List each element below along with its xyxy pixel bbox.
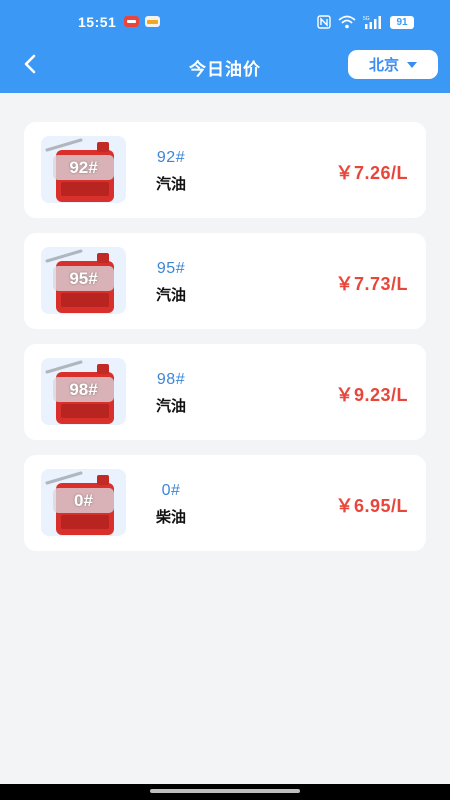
fuel-type: 汽油 (155, 398, 186, 415)
city-label: 北京 (368, 57, 399, 74)
caret-down-icon (407, 61, 417, 68)
nfc-icon (317, 15, 331, 29)
system-icons: 5G 91 (317, 14, 414, 30)
home-indicator-area (0, 784, 450, 800)
fuel-price: ￥7.73/L (335, 274, 408, 294)
fuel-price: ￥7.26/L (335, 163, 408, 183)
fuel-price: ￥9.23/L (335, 385, 408, 405)
fuel-code: 0# (161, 482, 181, 499)
fuel-card[interactable]: 95# 95# 汽油 ￥7.73/L (24, 233, 426, 329)
fuel-code: 98# (156, 371, 186, 388)
signal-5g-icon: 5G (363, 16, 381, 29)
status-time: 15:51 (78, 14, 117, 30)
app-header: 15:51 5G 91 今日油价 北京 (0, 0, 450, 93)
fuel-type: 汽油 (155, 176, 186, 193)
fuel-can-image: 92# (41, 136, 126, 203)
fuel-type: 柴油 (155, 509, 186, 526)
grade-chip: 98# (53, 377, 114, 402)
wifi-icon (338, 15, 356, 29)
wallet-app-icon (145, 16, 160, 27)
fuel-can-image: 0# (41, 469, 126, 536)
fuel-can-image: 98# (41, 358, 126, 425)
fuel-price-list: 92# 92# 汽油 ￥7.26/L 95# 95# 汽油 ￥7.73/L 98… (24, 122, 426, 566)
fuel-code: 95# (156, 260, 186, 277)
home-indicator[interactable] (150, 789, 300, 793)
fuel-card[interactable]: 0# 0# 柴油 ￥6.95/L (24, 455, 426, 551)
status-bar: 15:51 5G 91 (0, 0, 450, 44)
fuel-card[interactable]: 98# 98# 汽油 ￥9.23/L (24, 344, 426, 440)
city-selector[interactable]: 北京 (348, 50, 438, 79)
fuel-code: 92# (156, 149, 186, 166)
fuel-can-image: 95# (41, 247, 126, 314)
fuel-card[interactable]: 92# 92# 汽油 ￥7.26/L (24, 122, 426, 218)
svg-text:5G: 5G (363, 16, 370, 22)
grade-chip: 0# (53, 488, 114, 513)
battery-icon: 91 (390, 15, 414, 29)
fuel-price: ￥6.95/L (335, 496, 408, 516)
nav-bar: 今日油价 北京 (0, 44, 450, 93)
grade-chip: 92# (53, 155, 114, 180)
notification-app-icon (124, 16, 139, 27)
grade-chip: 95# (53, 266, 114, 291)
fuel-type: 汽油 (155, 287, 186, 304)
